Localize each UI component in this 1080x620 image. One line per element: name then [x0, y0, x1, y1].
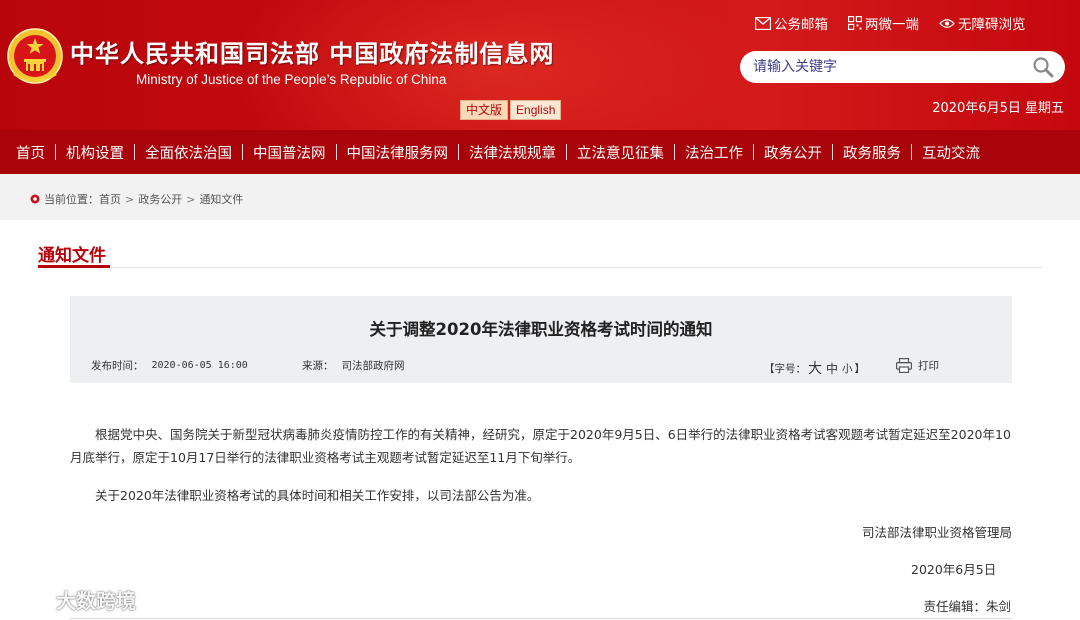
article-bottom-rule: [70, 618, 1012, 619]
article-paragraph: 关于2020年法律职业资格考试的具体时间和相关工作安排，以司法部公告为准。: [95, 488, 540, 503]
nav-item-rule-of-law[interactable]: 全面依法治国: [135, 142, 242, 163]
nav-item-laws-regulations[interactable]: 法律法规规章: [459, 142, 566, 163]
search-icon[interactable]: [1031, 55, 1055, 79]
mail-link[interactable]: 公务邮箱: [755, 13, 828, 33]
nav-divider: [335, 144, 337, 160]
publish-date-label: 发布时间：: [91, 360, 144, 372]
nav-item-government-services[interactable]: 政务服务: [833, 142, 911, 163]
nav-divider: [566, 144, 567, 160]
nav-item-organization[interactable]: 机构设置: [56, 142, 134, 163]
nav-item-home[interactable]: 首页: [6, 142, 55, 163]
nav-divider: [55, 144, 56, 160]
watermark-logo-icon: [9, 590, 50, 609]
nav-divider: [242, 144, 243, 160]
national-emblem-icon: [7, 28, 63, 84]
font-small-button[interactable]: 小: [842, 361, 853, 376]
article-header: 关于调整2020年法律职业资格考试时间的通知 发布时间： 2020-06-05 …: [70, 296, 1012, 383]
qrcode-icon: [848, 16, 862, 30]
lang-chinese-button[interactable]: 中文版: [460, 100, 509, 120]
search-input[interactable]: [753, 52, 1031, 82]
responsible-editor: 责任编辑：朱剑: [923, 599, 1011, 614]
source-label: 来源：: [302, 360, 334, 372]
eye-icon: [939, 18, 955, 28]
lang-english-button[interactable]: English: [510, 100, 562, 120]
breadcrumb-government-affairs[interactable]: 政务公开: [138, 191, 182, 207]
font-size-label-close: 】: [854, 362, 866, 375]
weibo-wechat-link[interactable]: 两微一端: [848, 13, 919, 33]
nav-divider: [753, 144, 754, 160]
watermark-text: 大数跨境: [56, 589, 136, 613]
font-size-label: 【字号：: [764, 362, 806, 375]
breadcrumb-separator: >: [186, 192, 196, 206]
section-title: 通知文件: [38, 246, 106, 266]
publish-date: 发布时间： 2020-06-05 16:00: [91, 358, 248, 373]
printer-icon: [896, 358, 912, 373]
section-underline: [38, 265, 110, 268]
breadcrumb-notices[interactable]: 通知文件: [199, 191, 243, 207]
breadcrumb: 当前位置： 首页 > 政务公开 > 通知文件: [30, 191, 243, 207]
nav-item-legal-work[interactable]: 法治工作: [675, 142, 753, 163]
mail-link-label: 公务邮箱: [774, 17, 828, 33]
breadcrumb-separator: >: [125, 192, 135, 206]
article-signature: 司法部法律职业资格管理局: [861, 525, 1012, 540]
search-box: [740, 51, 1065, 83]
article-source: 来源： 司法部政府网: [302, 358, 405, 373]
font-large-button[interactable]: 大: [808, 358, 822, 378]
watermark: 大数跨境: [8, 585, 136, 614]
article-paragraph: 根据党中央、国务院关于新型冠状病毒肺炎疫情防控工作的有关精神，经研究，原定于20…: [70, 427, 1011, 465]
article-title: 关于调整2020年法律职业资格考试时间的通知: [369, 320, 713, 339]
main-nav: 首页 机构设置 全面依法治国 中国普法网 中国法律服务网 法律法规规章 立法意见…: [0, 130, 1080, 174]
nav-divider: [458, 144, 459, 160]
location-pin-icon: [30, 194, 40, 204]
nav-item-legal-education[interactable]: 中国普法网: [243, 142, 336, 163]
nav-divider: [911, 144, 912, 160]
breadcrumb-home[interactable]: 首页: [99, 191, 121, 207]
source-value: 司法部政府网: [341, 360, 405, 372]
print-label: 打印: [918, 360, 939, 372]
top-links: 公务邮箱 两微一端 无障碍浏览: [755, 13, 1026, 33]
breadcrumb-bar: 当前位置： 首页 > 政务公开 > 通知文件: [0, 174, 1080, 220]
site-title[interactable]: 中华人民共和国司法部 中国政府法制信息网: [70, 34, 554, 69]
header-date: 2020年6月5日 星期五: [932, 101, 1064, 116]
nav-item-government-affairs[interactable]: 政务公开: [754, 142, 832, 163]
section-rule: [38, 267, 1043, 268]
nav-item-legal-services[interactable]: 中国法律服务网: [337, 142, 459, 163]
site-header: 中华人民共和国司法部 中国政府法制信息网 Ministry of Justice…: [0, 0, 1080, 130]
font-size-control: 【字号： 大 中 小 】: [764, 358, 865, 378]
publish-date-value: 2020-06-05 16:00: [151, 360, 248, 371]
nav-item-legislation-feedback[interactable]: 立法意见征集: [567, 142, 674, 163]
article-signature-date: 2020年6月5日: [911, 562, 997, 577]
accessibility-label: 无障碍浏览: [958, 17, 1026, 33]
site-subtitle: Ministry of Justice of the People’s Repu…: [136, 72, 447, 87]
breadcrumb-prefix: 当前位置：: [44, 193, 99, 206]
language-switch: 中文版 English: [460, 100, 562, 120]
mail-icon: [755, 16, 771, 30]
print-button[interactable]: 打印: [896, 358, 939, 373]
main-content: 通知文件 关于调整2020年法律职业资格考试时间的通知 发布时间： 2020-0…: [0, 220, 1080, 620]
weibo-wechat-label: 两微一端: [865, 17, 919, 33]
nav-divider: [674, 144, 675, 160]
font-medium-button[interactable]: 中: [826, 360, 838, 377]
nav-divider: [134, 144, 135, 160]
nav-item-interaction[interactable]: 互动交流: [912, 142, 990, 163]
nav-divider: [832, 144, 833, 160]
accessibility-link[interactable]: 无障碍浏览: [939, 13, 1026, 33]
